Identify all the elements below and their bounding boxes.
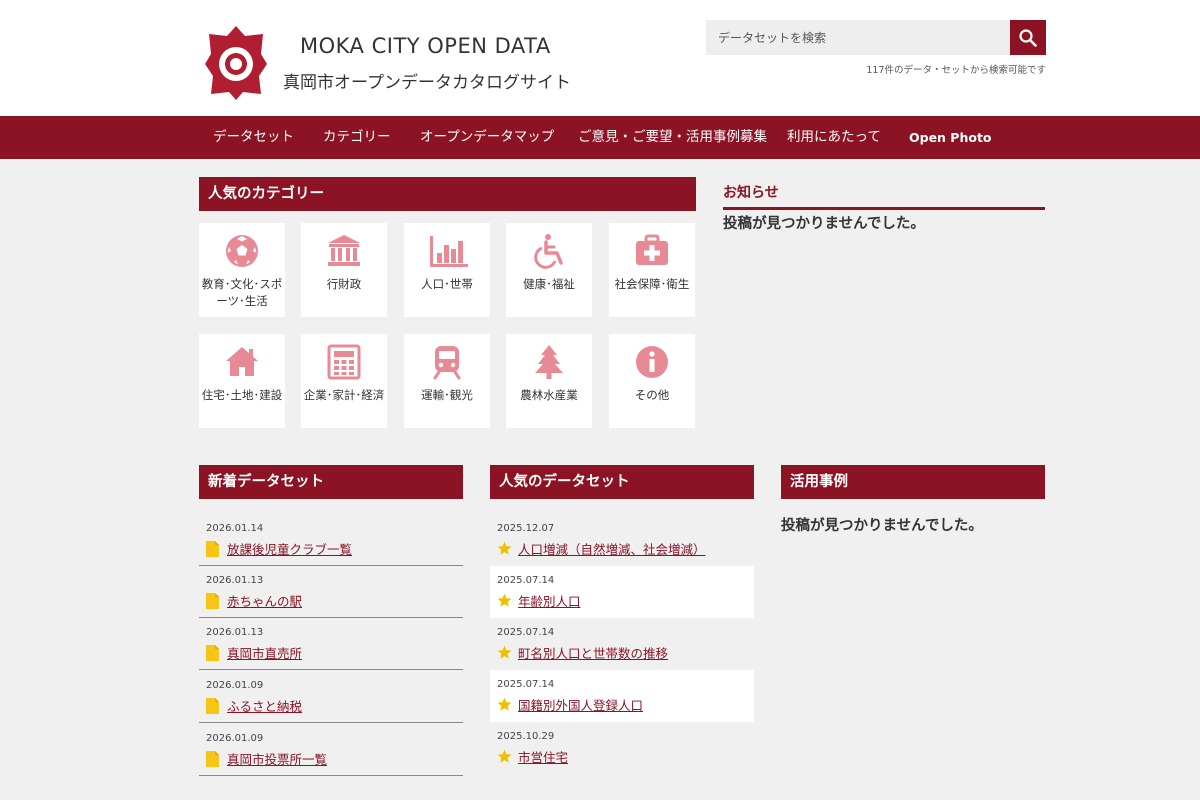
notice-empty-message: 投稿が見つかりませんでした。 (723, 216, 925, 232)
category-label: 人口･世帯 (421, 277, 473, 291)
popular-categories-heading: 人気のカテゴリー (199, 177, 696, 211)
category-tile-housing[interactable]: 住宅･土地･建設 (199, 334, 285, 428)
nav-item-open-photo[interactable]: Open Photo (909, 116, 992, 159)
category-tile-education[interactable]: 教育･文化･スポーツ･生活 (199, 223, 285, 317)
bar-chart-icon (430, 236, 468, 267)
train-icon (433, 346, 461, 380)
list-item: 2026.01.09 真岡市投票所一覧 (199, 724, 463, 776)
category-tile-transport[interactable]: 運輸･観光 (404, 334, 490, 428)
category-tile-population[interactable]: 人口･世帯 (404, 223, 490, 317)
dataset-date: 2025.07.14 (497, 627, 555, 638)
list-item: 2025.10.29 市営住宅 (490, 722, 754, 774)
use-cases-empty-message: 投稿が見つかりませんでした。 (781, 518, 983, 534)
nav-item-feedback[interactable]: ご意見・ご要望・活用事例募集 (578, 116, 767, 159)
list-item: 2026.01.14 放課後児童クラブ一覧 (199, 514, 463, 566)
list-item: 2026.01.13 真岡市直売所 (199, 618, 463, 670)
dataset-link[interactable]: 放課後児童クラブ一覧 (227, 539, 352, 558)
medical-kit-icon (636, 234, 668, 265)
popular-datasets-heading: 人気のデータセット (490, 465, 754, 499)
category-tile-health[interactable]: 健康･福祉 (506, 223, 592, 317)
main-nav: データセット カテゴリー オープンデータマップ ご意見・ご要望・活用事例募集 利… (0, 116, 1200, 159)
calculator-icon (327, 344, 361, 380)
notice-heading: お知らせ (723, 182, 1045, 210)
city-emblem-logo[interactable] (205, 24, 267, 100)
dataset-date: 2026.01.13 (206, 627, 264, 638)
file-icon (206, 751, 219, 767)
site-title[interactable]: MOKA CITY OPEN DATA (300, 34, 551, 58)
tree-icon (535, 345, 563, 379)
category-tile-administration[interactable]: 行財政 (301, 223, 387, 317)
dataset-link[interactable]: 真岡市投票所一覧 (227, 749, 327, 768)
category-label: 企業･家計･経済 (303, 388, 385, 402)
nav-item-terms[interactable]: 利用にあたって (787, 116, 881, 159)
nav-item-datasets[interactable]: データセット (213, 116, 294, 159)
dataset-link[interactable]: 人口増減（自然増減、社会増減） (518, 539, 706, 558)
dataset-date: 2026.01.14 (206, 523, 264, 534)
list-item: 2025.07.14 町名別人口と世帯数の推移 (490, 618, 754, 670)
search-note: 117件のデータ・セットから検索可能です (866, 65, 1046, 76)
category-tile-agriculture[interactable]: 農林水産業 (506, 334, 592, 428)
dataset-date: 2026.01.13 (206, 575, 264, 586)
category-label: 教育･文化･スポーツ･生活 (201, 277, 283, 308)
list-item: 2025.12.07 人口増減（自然増減、社会増減） (490, 514, 754, 566)
government-building-icon (328, 235, 360, 266)
dataset-date: 2026.01.09 (206, 733, 264, 744)
use-cases-heading: 活用事例 (781, 465, 1045, 499)
dataset-date: 2025.07.14 (497, 575, 555, 586)
star-icon (497, 593, 512, 607)
star-icon (497, 645, 512, 659)
file-icon (206, 645, 219, 661)
dataset-link[interactable]: 町名別人口と世帯数の推移 (518, 643, 668, 662)
search-icon (1019, 28, 1037, 47)
star-icon (497, 541, 512, 555)
category-label: 住宅･土地･建設 (201, 388, 283, 402)
house-icon (226, 347, 258, 376)
category-label: 社会保障･衛生 (614, 277, 690, 291)
dataset-date: 2026.01.09 (206, 680, 264, 691)
file-icon (206, 593, 219, 609)
dataset-date: 2025.12.07 (497, 523, 555, 534)
dataset-link[interactable]: 真岡市直売所 (227, 643, 302, 662)
file-icon (206, 541, 219, 557)
category-label: その他 (634, 388, 670, 402)
search-input[interactable] (706, 20, 1010, 55)
dataset-date: 2025.10.29 (497, 731, 555, 742)
nav-item-opendata-map[interactable]: オープンデータマップ (420, 116, 554, 159)
file-icon (206, 698, 219, 714)
search-box (706, 20, 1046, 55)
list-item: 2026.01.09 ふるさと納税 (199, 671, 463, 723)
dataset-link[interactable]: 国籍別外国人登録人口 (518, 695, 643, 714)
info-icon (636, 346, 668, 378)
list-item: 2025.07.14 国籍別外国人登録人口 (490, 670, 754, 722)
category-tile-other[interactable]: その他 (609, 334, 695, 428)
site-subtitle: 真岡市オープンデータカタログサイト (283, 73, 571, 93)
dataset-link[interactable]: 赤ちゃんの駅 (227, 591, 302, 610)
dataset-link[interactable]: 年齢別人口 (518, 591, 581, 610)
new-datasets-heading: 新着データセット (199, 465, 463, 499)
category-label: 農林水産業 (520, 388, 578, 402)
category-label: 運輸･観光 (421, 388, 473, 402)
soccer-ball-icon (226, 235, 258, 267)
star-icon (497, 749, 512, 763)
category-label: 行財政 (326, 277, 362, 291)
star-icon (497, 697, 512, 711)
list-item: 2025.07.14 年齢別人口 (490, 566, 754, 618)
dataset-link[interactable]: 市営住宅 (518, 747, 568, 766)
dataset-link[interactable]: ふるさと納税 (227, 696, 302, 715)
nav-item-categories[interactable]: カテゴリー (323, 116, 391, 159)
category-label: 健康･福祉 (523, 277, 575, 291)
search-button[interactable] (1010, 20, 1046, 55)
list-item: 2026.01.13 赤ちゃんの駅 (199, 566, 463, 618)
site-header: MOKA CITY OPEN DATA 真岡市オープンデータカタログサイト 11… (0, 0, 1200, 116)
category-tile-social-security[interactable]: 社会保障･衛生 (609, 223, 695, 317)
category-tile-economy[interactable]: 企業･家計･経済 (301, 334, 387, 428)
wheelchair-icon (534, 234, 563, 269)
dataset-date: 2025.07.14 (497, 679, 555, 690)
